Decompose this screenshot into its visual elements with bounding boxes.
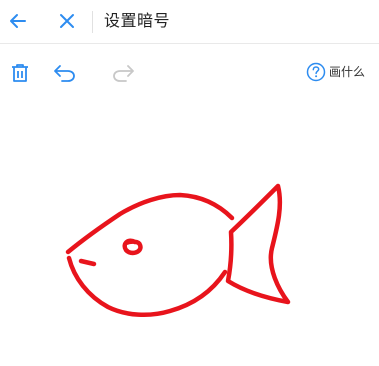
redo-icon — [113, 65, 134, 82]
question-circle-icon — [306, 62, 326, 82]
what-to-draw-button[interactable]: 画什么 — [306, 62, 365, 82]
trash-icon — [12, 64, 28, 82]
what-to-draw-label: 画什么 — [328, 65, 365, 79]
fish-belly-stroke — [66, 255, 228, 318]
drawing-toolbar: 画什么 — [0, 56, 379, 90]
clear-drawing-button[interactable] — [9, 61, 31, 85]
undo-icon — [54, 65, 75, 82]
fish-back-stroke — [65, 192, 235, 255]
page-title: 设置暗号 — [104, 11, 171, 30]
fish-eye-stroke — [122, 238, 143, 256]
arrow-left-icon — [10, 14, 26, 28]
fish-drawing — [65, 183, 291, 318]
close-icon — [60, 14, 74, 28]
top-bar: 设置暗号 — [0, 0, 379, 44]
close-button[interactable] — [55, 9, 79, 33]
fish-mouth-stroke — [78, 258, 97, 267]
drawing-canvas[interactable] — [0, 96, 379, 366]
back-button[interactable] — [6, 9, 30, 33]
redo-button[interactable] — [110, 61, 136, 85]
header-divider — [92, 11, 93, 33]
fish-tail-stroke — [225, 183, 291, 305]
undo-button[interactable] — [52, 61, 78, 85]
draw-passphrase-screen: 设置暗号 画什么 — [0, 0, 379, 366]
